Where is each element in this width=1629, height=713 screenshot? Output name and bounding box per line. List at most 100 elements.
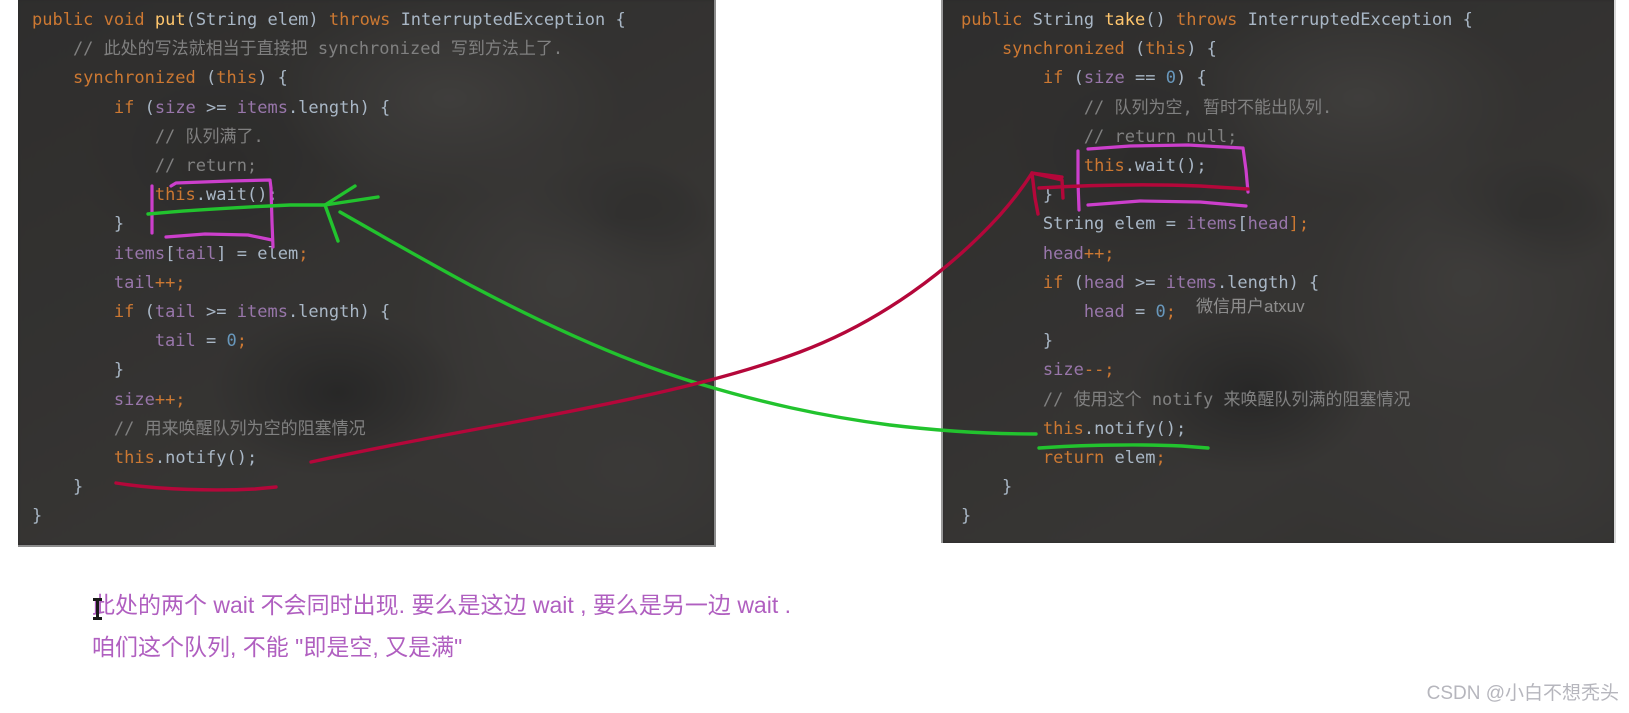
code-token: ];: [1288, 214, 1310, 235]
right-code-panel: public String take() throws InterruptedE…: [941, 0, 1616, 543]
code-token: .notify();: [1083, 418, 1187, 439]
code-token: =: [1165, 214, 1187, 235]
code-token: InterruptedException: [1247, 10, 1463, 30]
code-token: synchronized: [961, 39, 1135, 60]
code-token: =: [236, 243, 258, 264]
code-token: ;: [298, 243, 309, 264]
code-token: ]: [216, 243, 237, 264]
code-token: head: [961, 302, 1135, 323]
code-token: head: [1247, 214, 1289, 235]
code-token: 0: [226, 331, 237, 352]
code-token: this: [1145, 39, 1187, 60]
code-token: .wait();: [195, 185, 278, 206]
code-token: ): [308, 10, 329, 30]
code-token: [: [1237, 214, 1248, 235]
code-token: items: [32, 243, 166, 264]
code-token: this: [154, 185, 196, 206]
code-token: this: [216, 68, 258, 89]
code-token: (: [1073, 68, 1084, 89]
code-token: head: [961, 243, 1084, 264]
code-token: ++;: [154, 272, 186, 293]
code-token: tail: [32, 272, 155, 293]
code-token: ;: [236, 331, 247, 352]
code-token: >=: [206, 97, 237, 118]
code-token: =: [206, 331, 227, 352]
code-token: elem: [267, 10, 309, 30]
code-token: String: [1032, 10, 1105, 30]
code-token: elem: [257, 243, 299, 264]
code-token: elem: [1114, 448, 1156, 469]
code-token: =: [1135, 302, 1156, 323]
code-token: (): [1145, 10, 1176, 30]
code-token: if: [961, 272, 1074, 293]
code-token: head: [1083, 272, 1136, 293]
code-token: size: [32, 389, 155, 410]
code-token: ;: [1165, 302, 1176, 323]
code-token: tail: [32, 331, 206, 352]
code-token: ) {: [1186, 39, 1217, 60]
csdn-watermark: CSDN @小白不想秃头: [1426, 683, 1619, 704]
code-token: // return;: [32, 156, 258, 177]
code-token: ==: [1135, 68, 1166, 89]
code-token: // 队列满了.: [32, 126, 264, 147]
code-token: }: [32, 360, 125, 381]
code-token: }: [32, 214, 125, 235]
code-token: String: [961, 214, 1115, 235]
code-token: InterruptedException: [400, 10, 616, 30]
code-token: --;: [1083, 360, 1115, 381]
code-token: size: [961, 360, 1084, 381]
code-token: size: [1083, 68, 1136, 89]
code-token: >=: [1135, 272, 1166, 293]
left-code-text: public void put(String elem) throws Inte…: [18, 0, 714, 532]
code-token: (: [1135, 39, 1146, 60]
code-token: public: [961, 10, 1033, 30]
code-token: ;: [1155, 448, 1166, 469]
code-token: items: [236, 97, 288, 118]
code-token: if: [32, 97, 145, 118]
note-line-1: 此处的两个 wait 不会同时出现. 要么是这边 wait , 要么是另一边 w…: [92, 592, 791, 618]
code-token: ) {: [1176, 68, 1207, 89]
code-token: return: [961, 448, 1115, 469]
code-token: (: [206, 68, 217, 89]
code-token: .length) {: [287, 97, 391, 118]
code-token: }: [961, 331, 1054, 352]
code-token: }: [961, 477, 1013, 498]
code-token: size: [154, 97, 207, 118]
code-token: throws: [328, 10, 401, 30]
note-line-2: 咱们这个队列, 不能 "即是空, 又是满": [92, 634, 463, 660]
code-token: 0: [1155, 302, 1166, 323]
code-token: // 使用这个 notify 来唤醒队列满的阻塞情况: [961, 389, 1411, 410]
code-token: ++;: [1083, 243, 1115, 264]
code-token: 0: [1165, 68, 1176, 89]
code-token: (: [144, 302, 155, 323]
code-token: if: [961, 68, 1074, 89]
code-token: items: [1186, 214, 1238, 235]
code-token: ++;: [154, 389, 186, 410]
code-token: public: [32, 10, 104, 30]
code-token: tail: [154, 302, 207, 323]
code-token: items: [236, 302, 288, 323]
code-token: (: [185, 10, 196, 30]
code-token: {: [1462, 10, 1473, 30]
code-token: this: [1083, 156, 1125, 177]
code-token: {: [615, 10, 626, 30]
code-token: elem: [1114, 214, 1166, 235]
code-token: (: [144, 97, 155, 118]
code-token: void: [103, 10, 155, 30]
code-token: // return null;: [961, 126, 1238, 147]
code-token: // 此处的写法就相当于直接把 synchronized 写到方法上了.: [32, 39, 564, 60]
code-token: this: [113, 448, 155, 469]
code-token: if: [32, 302, 145, 323]
code-token: .notify();: [154, 448, 258, 469]
right-code-text: public String take() throws InterruptedE…: [943, 0, 1614, 532]
code-token: .length) {: [287, 302, 391, 323]
text-cursor-icon: [93, 598, 102, 620]
code-token: throws: [1175, 10, 1248, 30]
code-token: }: [32, 506, 43, 527]
code-token: items: [1165, 272, 1217, 293]
code-token: }: [32, 477, 84, 498]
code-token: ) {: [257, 68, 288, 89]
code-token: }: [961, 185, 1054, 206]
